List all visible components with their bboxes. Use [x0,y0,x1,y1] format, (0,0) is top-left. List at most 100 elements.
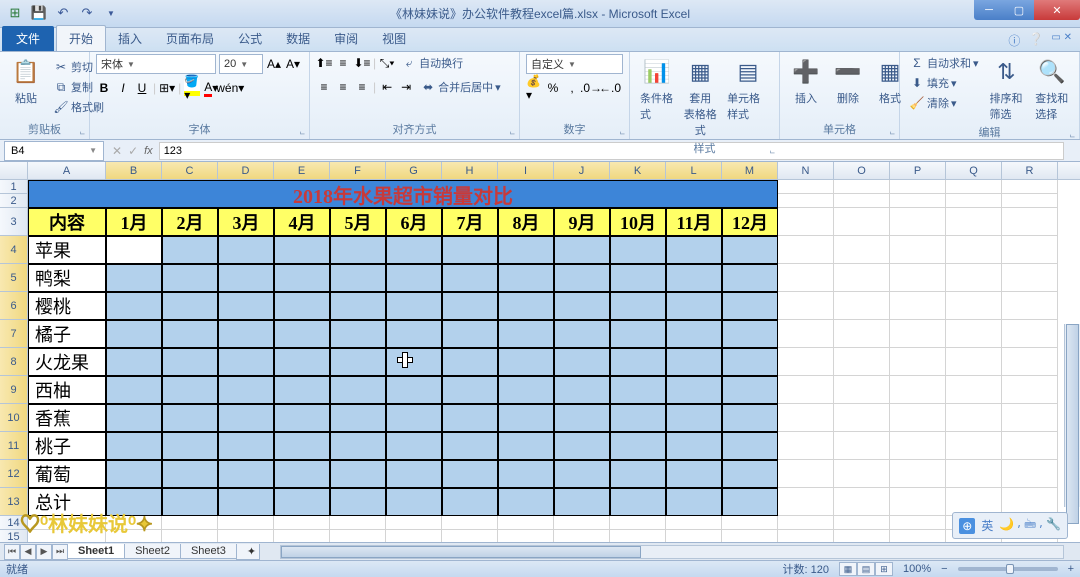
empty-cell[interactable] [778,488,834,516]
data-cell[interactable] [330,376,386,404]
merge-center-button[interactable]: ⬌合并后居中▾ [417,78,504,96]
autosum-button[interactable]: Σ自动求和▾ [906,54,982,72]
empty-cell[interactable] [778,320,834,348]
row-label-cell[interactable]: 苹果 [28,236,106,264]
col-header-B[interactable]: B [106,162,162,179]
phonetic-button[interactable]: wén▾ [222,80,238,96]
data-cell[interactable] [330,404,386,432]
empty-cell[interactable] [890,236,946,264]
data-cell[interactable] [106,264,162,292]
row-label-cell[interactable]: 桃子 [28,432,106,460]
empty-cell[interactable] [890,194,946,208]
row-header-9[interactable]: 9 [0,376,28,404]
empty-cell[interactable] [890,180,946,194]
data-cell[interactable] [330,236,386,264]
name-box[interactable]: B4▼ [4,141,104,161]
dec-decimal-icon[interactable]: ←.0 [602,80,618,96]
data-cell[interactable] [442,292,498,320]
data-cell[interactable] [106,236,162,264]
empty-cell[interactable] [554,516,610,530]
empty-cell[interactable] [946,320,1002,348]
tab-layout[interactable]: 页面布局 [154,26,226,51]
data-cell[interactable] [442,264,498,292]
data-cell[interactable] [386,432,442,460]
header-cell[interactable]: 3月 [218,208,274,236]
empty-cell[interactable] [890,292,946,320]
col-header-J[interactable]: J [554,162,610,179]
data-cell[interactable] [162,292,218,320]
save-button[interactable]: 💾 [28,3,50,23]
insert-cells-button[interactable]: ➕插入 [786,54,826,108]
data-cell[interactable] [106,376,162,404]
row-header-12[interactable]: 12 [0,460,28,488]
data-cell[interactable] [330,264,386,292]
row-label-cell[interactable]: 鸭梨 [28,264,106,292]
col-header-M[interactable]: M [722,162,778,179]
empty-cell[interactable] [834,236,890,264]
delete-cells-button[interactable]: ➖删除 [828,54,868,108]
border-button[interactable]: ⊞▾ [159,80,175,96]
data-cell[interactable] [498,292,554,320]
col-header-C[interactable]: C [162,162,218,179]
empty-cell[interactable] [386,516,442,530]
data-cell[interactable] [218,292,274,320]
data-cell[interactable] [666,236,722,264]
empty-cell[interactable] [442,516,498,530]
data-cell[interactable] [666,320,722,348]
col-header-I[interactable]: I [498,162,554,179]
align-right-icon[interactable]: ≡ [354,79,370,95]
data-cell[interactable] [330,432,386,460]
header-cell[interactable]: 10月 [610,208,666,236]
data-cell[interactable] [498,460,554,488]
data-cell[interactable] [218,236,274,264]
row-header-5[interactable]: 5 [0,264,28,292]
data-cell[interactable] [106,320,162,348]
empty-cell[interactable] [330,530,386,542]
data-cell[interactable] [610,488,666,516]
align-bottom-icon[interactable]: ⬇≡ [354,55,370,71]
empty-cell[interactable] [1002,404,1058,432]
header-cell[interactable]: 4月 [274,208,330,236]
header-cell[interactable]: 8月 [498,208,554,236]
empty-cell[interactable] [1002,180,1058,194]
data-cell[interactable] [162,376,218,404]
empty-cell[interactable] [1002,432,1058,460]
percent-icon[interactable]: % [545,80,561,96]
currency-icon[interactable]: 💰▾ [526,80,542,96]
data-cell[interactable] [386,460,442,488]
view-normal-button[interactable]: ▦ [839,562,857,576]
zoom-thumb[interactable] [1006,564,1014,574]
empty-cell[interactable] [890,208,946,236]
data-cell[interactable] [610,460,666,488]
data-cell[interactable] [274,460,330,488]
empty-cell[interactable] [778,194,834,208]
empty-cell[interactable] [778,530,834,542]
data-cell[interactable] [106,404,162,432]
row-header-1[interactable]: 1 [0,180,28,194]
data-cell[interactable] [442,236,498,264]
data-cell[interactable] [554,488,610,516]
data-cell[interactable] [554,376,610,404]
data-cell[interactable] [722,404,778,432]
row-label-cell[interactable]: 葡萄 [28,460,106,488]
data-cell[interactable] [554,432,610,460]
col-header-Q[interactable]: Q [946,162,1002,179]
data-cell[interactable] [218,376,274,404]
indent-dec-icon[interactable]: ⇤ [379,79,395,95]
data-cell[interactable] [666,432,722,460]
header-cell[interactable]: 11月 [666,208,722,236]
col-header-N[interactable]: N [778,162,834,179]
empty-cell[interactable] [946,180,1002,194]
empty-cell[interactable] [834,488,890,516]
cell-styles-button[interactable]: ▤单元格样式 [723,54,773,140]
align-middle-icon[interactable]: ≡ [335,55,351,71]
data-cell[interactable] [162,348,218,376]
data-cell[interactable] [274,488,330,516]
data-cell[interactable] [218,348,274,376]
zoom-level[interactable]: 100% [903,563,931,575]
data-cell[interactable] [666,488,722,516]
header-cell[interactable]: 1月 [106,208,162,236]
vertical-scrollbar[interactable] [1064,324,1080,507]
new-sheet-button[interactable]: ✦ [236,544,260,560]
data-cell[interactable] [442,432,498,460]
